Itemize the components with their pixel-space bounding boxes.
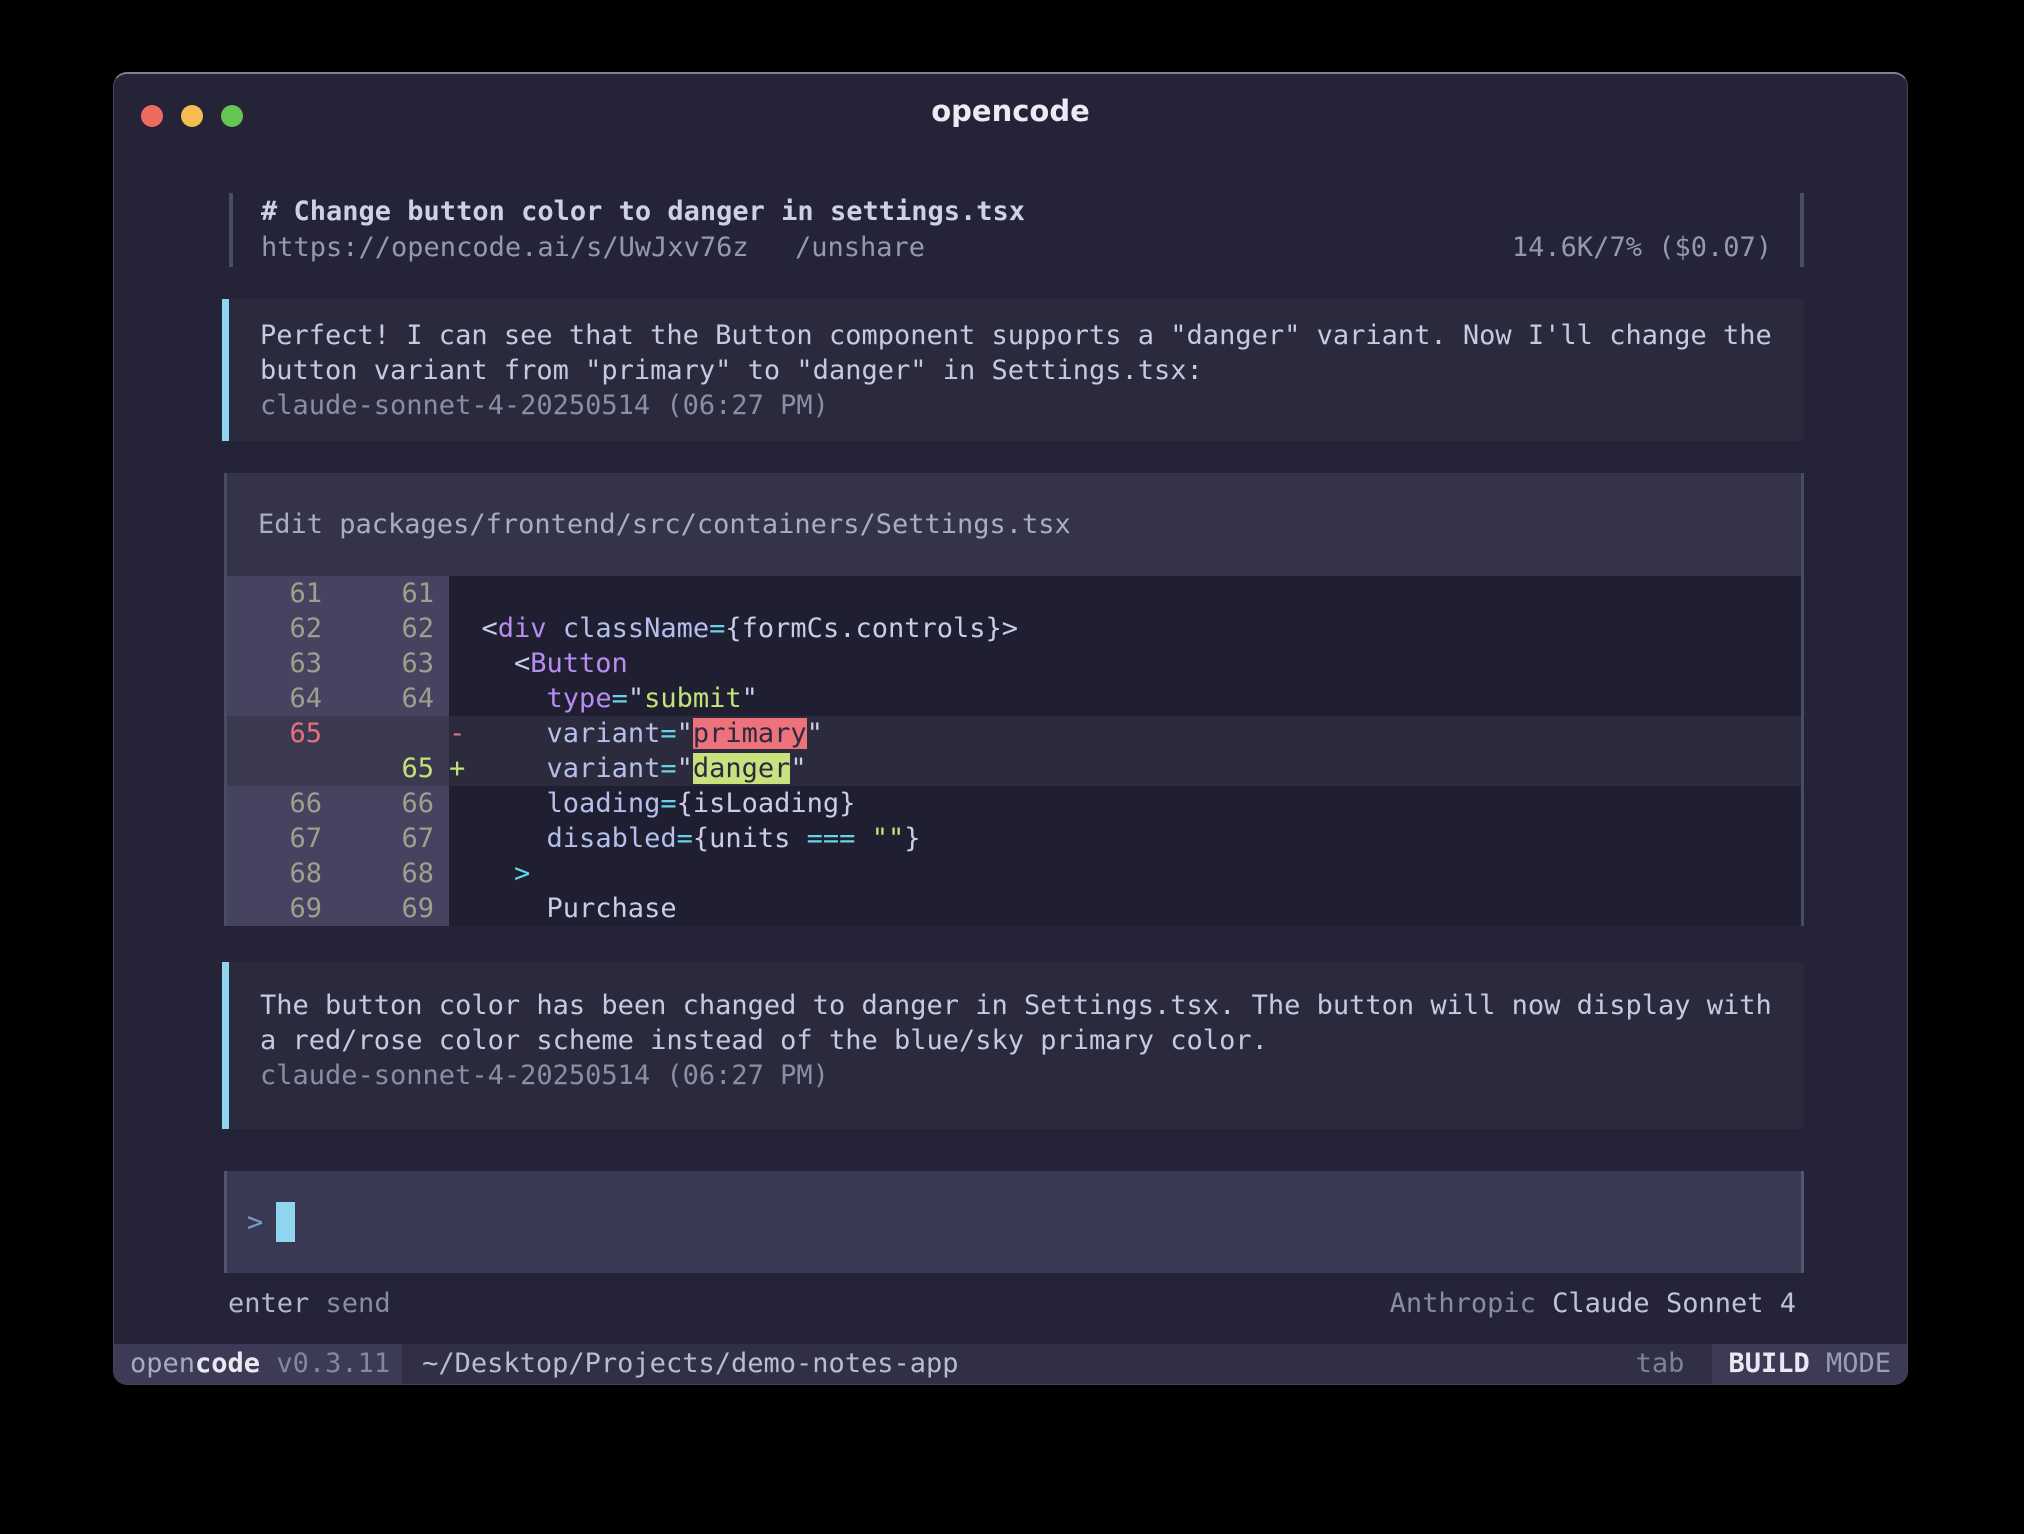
- window-title: opencode: [114, 74, 1907, 148]
- assistant-message: Perfect! I can see that the Button compo…: [222, 299, 1804, 441]
- send-hint-key: enter: [228, 1288, 309, 1319]
- unshare-command[interactable]: /unshare: [795, 232, 925, 263]
- close-button[interactable]: [141, 105, 163, 127]
- mode-label-rest: MODE: [1810, 1348, 1891, 1379]
- message-line: The button color has been changed to dan…: [260, 988, 1804, 1023]
- minimize-button[interactable]: [181, 105, 203, 127]
- prompt-input[interactable]: >: [224, 1171, 1804, 1273]
- share-row: https://opencode.ai/s/UwJxv76z /unshare: [261, 230, 925, 266]
- message-line: button variant from "primary" to "danger…: [260, 353, 1804, 388]
- model-provider: Anthropic: [1390, 1288, 1536, 1319]
- tool-call-title: Edit packages/frontend/src/containers/Se…: [227, 473, 1801, 576]
- traffic-lights: [141, 105, 243, 127]
- message-line: Perfect! I can see that the Button compo…: [260, 318, 1804, 353]
- model-name: Claude Sonnet 4: [1552, 1288, 1796, 1319]
- diff-row: 65+ variant="danger": [227, 751, 1801, 786]
- assistant-message: The button color has been changed to dan…: [222, 962, 1804, 1129]
- diff-row: 6262 <div className={formCs.controls}>: [227, 611, 1801, 646]
- send-hint: enter send: [228, 1286, 391, 1321]
- message-line: a red/rose color scheme instead of the b…: [260, 1023, 1804, 1058]
- app-version-segment: opencode v0.3.11: [114, 1344, 402, 1384]
- tool-call-block: Edit packages/frontend/src/containers/Se…: [224, 473, 1804, 926]
- zoom-button[interactable]: [221, 105, 243, 127]
- diff-view: 61616262 <div className={formCs.controls…: [227, 576, 1801, 926]
- mode-label-bold: BUILD: [1728, 1348, 1809, 1379]
- diff-row: 6363 <Button: [227, 646, 1801, 681]
- diff-row: 6767 disabled={units === ""}: [227, 821, 1801, 856]
- diff-row: 6161: [227, 576, 1801, 611]
- hint-bar: enter send Anthropic Claude Sonnet 4: [224, 1286, 1804, 1321]
- diff-row: 6464 type="submit": [227, 681, 1801, 716]
- context-stats: 14.6K/7% ($0.07): [1512, 230, 1772, 266]
- diff-row: 6969 Purchase: [227, 891, 1801, 926]
- model-indicator: Anthropic Claude Sonnet 4: [1390, 1286, 1796, 1321]
- prompt-symbol: >: [247, 1207, 263, 1238]
- app-name-bold: code: [195, 1348, 260, 1379]
- tab-mode-hint[interactable]: tab: [1636, 1344, 1713, 1384]
- titlebar: opencode: [114, 74, 1907, 146]
- app-name-normal: open: [130, 1348, 195, 1379]
- diff-row: 6666 loading={isLoading}: [227, 786, 1801, 821]
- app-version: v0.3.11: [260, 1348, 390, 1379]
- status-bar: opencode v0.3.11 ~/Desktop/Projects/demo…: [114, 1344, 1907, 1384]
- text-cursor: [276, 1202, 295, 1242]
- session-header: # Change button color to danger in setti…: [229, 193, 1804, 267]
- mode-segment: BUILD MODE: [1712, 1344, 1907, 1384]
- session-title: # Change button color to danger in setti…: [261, 194, 1772, 230]
- app-window: opencode # Change button color to danger…: [113, 72, 1908, 1385]
- send-hint-action: send: [326, 1288, 391, 1319]
- share-url-link[interactable]: https://opencode.ai/s/UwJxv76z: [261, 232, 749, 263]
- message-model-meta: claude-sonnet-4-20250514 (06:27 PM): [260, 1058, 1804, 1093]
- diff-row: 65- variant="primary": [227, 716, 1801, 751]
- working-directory: ~/Desktop/Projects/demo-notes-app: [402, 1344, 1636, 1384]
- diff-row: 6868 >: [227, 856, 1801, 891]
- message-model-meta: claude-sonnet-4-20250514 (06:27 PM): [260, 388, 1804, 423]
